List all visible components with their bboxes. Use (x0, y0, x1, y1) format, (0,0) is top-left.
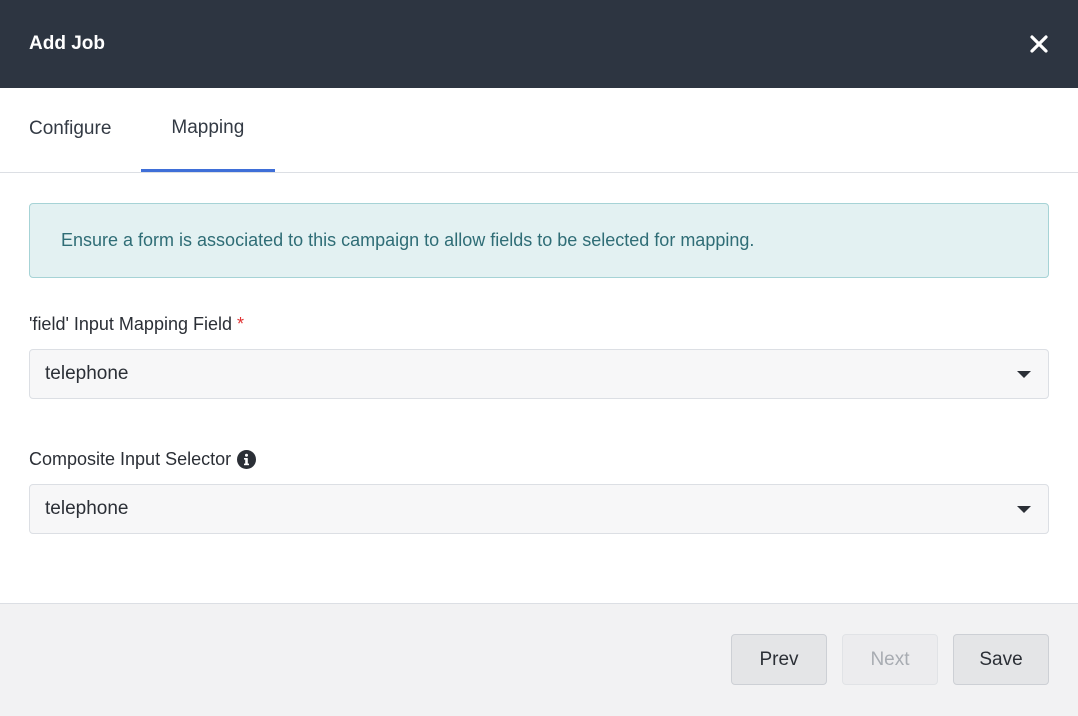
composite-input-selector-label-text: Composite Input Selector (29, 448, 232, 469)
required-marker: * (237, 313, 245, 334)
modal-body: Ensure a form is associated to this camp… (0, 173, 1078, 534)
close-icon[interactable] (1027, 32, 1051, 56)
composite-input-selector-select[interactable]: telephone (29, 484, 1049, 534)
info-alert: Ensure a form is associated to this camp… (29, 203, 1049, 278)
prev-button[interactable]: Prev (731, 634, 827, 685)
modal-header: Add Job (0, 0, 1078, 88)
info-icon[interactable] (237, 449, 257, 469)
modal-footer: Prev Next Save (0, 603, 1078, 716)
info-alert-message: Ensure a form is associated to this camp… (61, 230, 755, 250)
input-mapping-field-select[interactable]: telephone (29, 349, 1049, 399)
input-mapping-field-label-text: 'field' Input Mapping Field (29, 313, 232, 334)
tab-mapping-label: Mapping (171, 116, 245, 138)
chevron-down-icon (1017, 505, 1031, 513)
chevron-down-icon (1017, 370, 1031, 378)
next-button[interactable]: Next (842, 634, 938, 685)
composite-input-selector-value: telephone (45, 498, 129, 519)
modal-title: Add Job (29, 33, 105, 54)
add-job-modal: Add Job Configure Mapping Ensure a form … (0, 0, 1078, 716)
composite-input-selector-label: Composite Input Selector (29, 448, 1049, 470)
input-mapping-field-label: 'field' Input Mapping Field * (29, 313, 1049, 335)
tab-configure-label: Configure (29, 118, 112, 139)
tab-bar: Configure Mapping (0, 88, 1078, 173)
save-button[interactable]: Save (953, 634, 1049, 685)
input-mapping-field-value: telephone (45, 363, 129, 384)
tab-mapping[interactable]: Mapping (141, 88, 276, 172)
tab-configure[interactable]: Configure (0, 88, 141, 172)
